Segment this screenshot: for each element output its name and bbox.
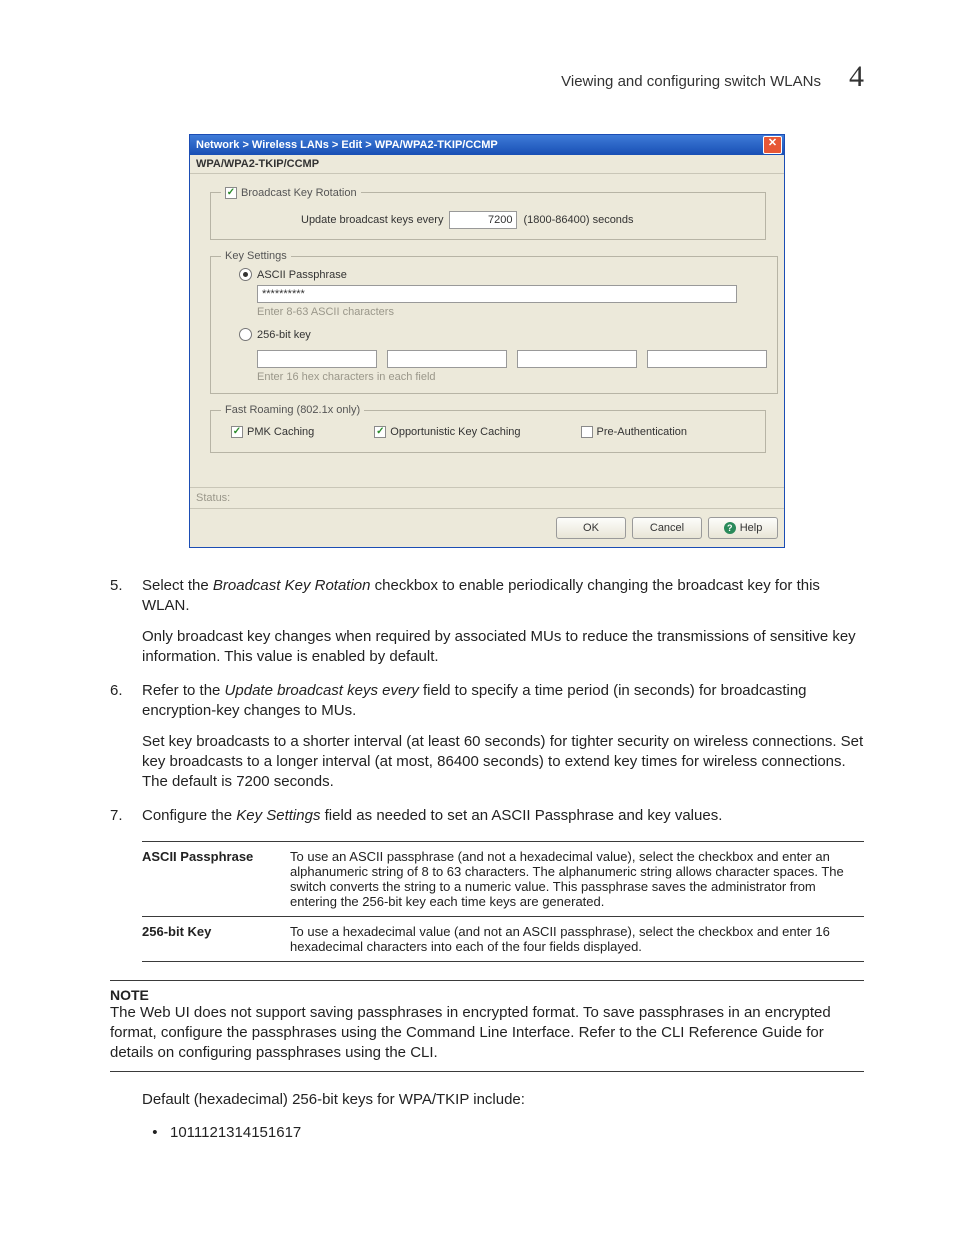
note-body: The Web UI does not support saving passp… <box>110 1003 864 1064</box>
step-5-para: Only broadcast key changes when required… <box>142 627 864 668</box>
step-7: 7. Configure the Key Settings field as n… <box>110 806 864 826</box>
update-keys-label: Update broadcast keys every <box>301 214 443 226</box>
step-text: Configure the <box>142 807 236 824</box>
ascii-passphrase-radio[interactable]: ASCII Passphrase <box>239 268 347 281</box>
step-italic: Key Settings <box>236 807 320 824</box>
hex-field-4[interactable] <box>647 350 767 368</box>
ok-button[interactable]: OK <box>556 517 626 539</box>
chapter-number: 4 <box>849 60 864 94</box>
preauth-label: Pre-Authentication <box>597 426 688 438</box>
key-settings-legend: Key Settings <box>221 250 291 262</box>
radio-icon <box>239 328 252 341</box>
checkbox-icon: ✓ <box>231 426 243 438</box>
update-interval-input[interactable]: 7200 <box>449 211 517 229</box>
ascii-radio-label: ASCII Passphrase <box>257 269 347 281</box>
step-5: 5. Select the Broadcast Key Rotation che… <box>110 576 864 667</box>
dialog-subhead: WPA/WPA2-TKIP/CCMP <box>190 155 784 174</box>
note-heading: NOTE <box>110 987 864 1003</box>
ascii-passphrase-input[interactable]: ********** <box>257 285 737 303</box>
term-cell: ASCII Passphrase <box>142 841 290 916</box>
step-text: Select the <box>142 577 213 594</box>
table-row: 256-bit Key To use a hexadecimal value (… <box>142 916 864 961</box>
broadcast-key-rotation-checkbox[interactable]: ✓ Broadcast Key Rotation <box>225 187 357 199</box>
broadcast-checkbox-label: Broadcast Key Rotation <box>241 187 357 199</box>
desc-cell: To use a hexadecimal value (and not an A… <box>290 916 864 961</box>
page-header-title: Viewing and configuring switch WLANs <box>561 73 821 90</box>
after-note-intro: Default (hexadecimal) 256-bit keys for W… <box>142 1090 864 1110</box>
opp-label: Opportunistic Key Caching <box>390 426 520 438</box>
checkbox-icon: ✓ <box>225 187 237 199</box>
step-6: 6. Refer to the Update broadcast keys ev… <box>110 681 864 792</box>
step-italic: Update broadcast keys every <box>225 682 419 699</box>
fast-roaming-legend: Fast Roaming (802.1x only) <box>221 404 364 416</box>
step-number: 7. <box>110 806 123 826</box>
checkbox-icon: ✓ <box>374 426 386 438</box>
help-button-label: Help <box>740 522 763 534</box>
key256-hint: Enter 16 hex characters in each field <box>257 371 767 383</box>
hex-field-3[interactable] <box>517 350 637 368</box>
desc-cell: To use an ASCII passphrase (and not a he… <box>290 841 864 916</box>
dialog-window: Network > Wireless LANs > Edit > WPA/WPA… <box>189 134 785 548</box>
note-block: NOTE The Web UI does not support saving … <box>110 980 864 1073</box>
definitions-table: ASCII Passphrase To use an ASCII passphr… <box>142 841 864 962</box>
key256-radio[interactable]: 256-bit key <box>239 328 311 341</box>
dialog-titlebar: Network > Wireless LANs > Edit > WPA/WPA… <box>190 135 784 155</box>
pmk-label: PMK Caching <box>247 426 314 438</box>
cancel-button[interactable]: Cancel <box>632 517 702 539</box>
step-text: field as needed to set an ASCII Passphra… <box>320 807 722 824</box>
pmk-caching-checkbox[interactable]: ✓ PMK Caching <box>231 426 314 438</box>
list-item: 1011121314151617 <box>170 1123 864 1143</box>
key256-radio-label: 256-bit key <box>257 329 311 341</box>
preauth-checkbox[interactable]: Pre-Authentication <box>581 426 688 438</box>
hex-field-2[interactable] <box>387 350 507 368</box>
ascii-hint: Enter 8-63 ASCII characters <box>257 306 767 318</box>
table-row: ASCII Passphrase To use an ASCII passphr… <box>142 841 864 916</box>
step-number: 6. <box>110 681 123 701</box>
status-label: Status: <box>190 487 784 508</box>
help-icon: ? <box>724 522 736 534</box>
close-icon[interactable]: ✕ <box>763 136 782 154</box>
step-6-para: Set key broadcasts to a shorter interval… <box>142 732 864 793</box>
term-cell: 256-bit Key <box>142 916 290 961</box>
broadcast-key-rotation-group: ✓ Broadcast Key Rotation Update broadcas… <box>210 186 766 240</box>
update-range-label: (1800-86400) seconds <box>523 214 633 226</box>
help-button[interactable]: ? Help <box>708 517 778 539</box>
checkbox-icon <box>581 426 593 438</box>
radio-icon <box>239 268 252 281</box>
step-text: Refer to the <box>142 682 225 699</box>
key-settings-group: Key Settings ASCII Passphrase **********… <box>210 250 778 394</box>
hex-field-1[interactable] <box>257 350 377 368</box>
opportunistic-caching-checkbox[interactable]: ✓ Opportunistic Key Caching <box>374 426 520 438</box>
fast-roaming-group: Fast Roaming (802.1x only) ✓ PMK Caching… <box>210 404 766 453</box>
dialog-title: Network > Wireless LANs > Edit > WPA/WPA… <box>196 139 498 151</box>
step-number: 5. <box>110 576 123 596</box>
step-italic: Broadcast Key Rotation <box>213 577 371 594</box>
